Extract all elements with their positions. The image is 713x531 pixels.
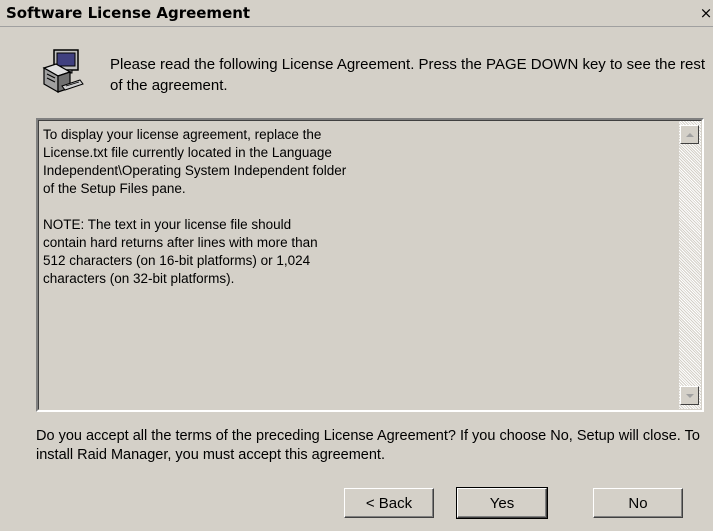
license-dialog: Software License Agreement × Please read… <box>0 0 713 531</box>
license-line: To display your license agreement, repla… <box>43 127 322 142</box>
close-icon[interactable]: × <box>699 4 713 22</box>
license-line: 512 characters (on 16-bit platforms) or … <box>43 253 311 268</box>
license-line: NOTE: The text in your license file shou… <box>43 217 292 232</box>
license-line: License.txt file currently located in th… <box>43 145 332 160</box>
computer-setup-icon <box>40 48 84 94</box>
license-text-box[interactable]: To display your license agreement, repla… <box>36 118 704 412</box>
header-instruction: Please read the following License Agreem… <box>110 56 706 94</box>
no-button[interactable]: No <box>593 488 683 518</box>
title-bar[interactable]: Software License Agreement × <box>0 0 713 27</box>
license-line: of the Setup Files pane. <box>43 181 186 196</box>
vertical-scrollbar[interactable] <box>679 121 701 409</box>
scroll-up-arrow-icon[interactable] <box>680 125 699 144</box>
license-line <box>43 198 663 216</box>
license-line: contain hard returns after lines with mo… <box>43 235 318 250</box>
license-line: characters (on 32-bit platforms). <box>43 271 235 286</box>
accept-prompt: Do you accept all the terms of the prece… <box>36 428 700 463</box>
yes-button[interactable]: Yes <box>456 487 548 519</box>
scroll-down-arrow-icon[interactable] <box>680 386 699 405</box>
license-text-area: To display your license agreement, repla… <box>38 120 702 410</box>
window-title: Software License Agreement <box>6 4 251 22</box>
license-text: To display your license agreement, repla… <box>43 126 663 288</box>
back-button[interactable]: < Back <box>344 488 434 518</box>
license-line: Independent\Operating System Independent… <box>43 163 347 178</box>
